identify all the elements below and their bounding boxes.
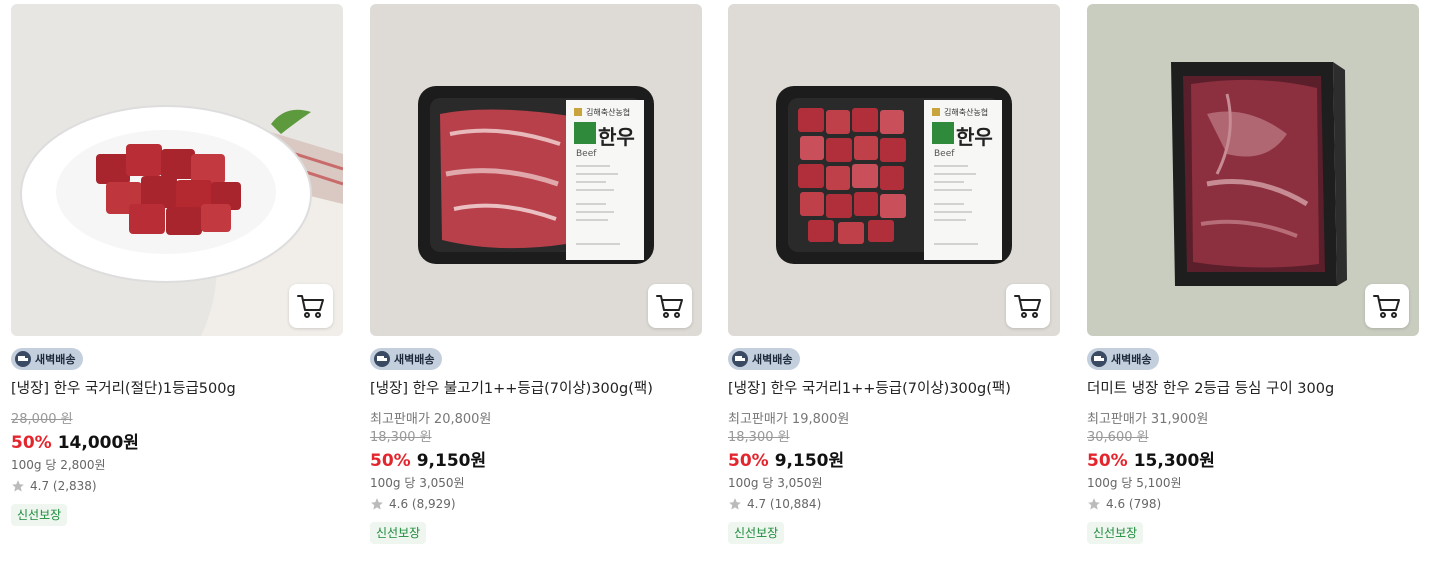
rating-text: 4.6 (8,929) [389, 497, 456, 511]
discount-rate: 50% [728, 451, 769, 471]
original-price: 18,300 원 [370, 430, 432, 445]
star-icon [1088, 498, 1100, 510]
package-name-text: 한우 [956, 125, 993, 149]
rating-text: 4.7 (2,838) [30, 479, 97, 493]
original-price: 28,000 원 [11, 412, 73, 427]
rating: 4.7 (10,884) [728, 494, 1060, 514]
unit-price: 100g 당 5,100원 [1087, 476, 1182, 490]
dawn-delivery-badge: 새벽배송 [728, 348, 801, 370]
badge-label: 새벽배송 [35, 353, 76, 366]
discount-rate: 50% [1087, 451, 1128, 471]
package-name-text: 한우 [598, 125, 635, 149]
sale-price: 15,300원 [1133, 451, 1215, 471]
fresh-guarantee-tag: 신선보장 [370, 522, 427, 544]
product-card[interactable]: 새벽배송 [냉장] 한우 국거리(절단)1등급500g 28,000 원 50%… [11, 4, 343, 526]
cart-icon [1014, 295, 1041, 318]
max-sale-price: 최고판매가 31,900원 [1087, 412, 1209, 427]
product-grid: 새벽배송 [냉장] 한우 국거리(절단)1등급500g 28,000 원 50%… [0, 0, 1430, 567]
rating-text: 4.6 (798) [1106, 497, 1162, 511]
star-icon [729, 498, 741, 510]
product-title[interactable]: [냉장] 한우 불고기1++등급(7이상)300g(팩) [370, 379, 702, 399]
truck-icon [732, 351, 748, 367]
badge-label: 새벽배송 [394, 353, 435, 366]
dawn-delivery-badge: 새벽배송 [11, 348, 84, 370]
product-card[interactable]: 김해축산농협 한우 Beef 새벽배송 [냉장] 한우 불고기1++등급(7이상… [370, 4, 702, 544]
package-brand-text: 김해축산농협 [944, 107, 988, 117]
package-sub-text: Beef [934, 149, 955, 159]
product-title[interactable]: [냉장] 한우 국거리1++등급(7이상)300g(팩) [728, 379, 1060, 399]
dawn-delivery-badge: 새벽배송 [1087, 348, 1160, 370]
price-row: 50% 15,300원 [1087, 449, 1419, 473]
max-sale-price: 최고판매가 20,800원 [370, 412, 492, 427]
add-to-cart-button[interactable] [648, 284, 692, 328]
product-image[interactable]: 김해축산농협 한우 Beef [370, 4, 702, 336]
badge-label: 새벽배송 [752, 353, 793, 366]
star-icon [371, 498, 383, 510]
cart-icon [297, 295, 324, 318]
rating: 4.6 (8,929) [370, 494, 702, 514]
add-to-cart-button[interactable] [289, 284, 333, 328]
product-card[interactable]: 김해축산농협 한우 Beef 새벽배송 [냉장] 한우 국거리1++등급(7이상… [728, 4, 1060, 544]
cart-icon [1373, 295, 1400, 318]
price-row: 50% 14,000원 [11, 431, 343, 455]
product-title[interactable]: 더미트 냉장 한우 2등급 등심 구이 300g [1087, 379, 1419, 399]
max-sale-price: 최고판매가 19,800원 [728, 412, 850, 427]
product-image[interactable] [11, 4, 343, 336]
fresh-guarantee-tag: 신선보장 [1087, 522, 1144, 544]
rating: 4.6 (798) [1087, 494, 1419, 514]
product-title[interactable]: [냉장] 한우 국거리(절단)1등급500g [11, 379, 343, 399]
sale-price: 14,000원 [57, 433, 139, 453]
unit-price: 100g 당 3,050원 [728, 476, 823, 490]
price-row: 50% 9,150원 [370, 449, 702, 473]
package-sub-text: Beef [576, 149, 597, 159]
discount-rate: 50% [11, 433, 52, 453]
product-image[interactable] [1087, 4, 1419, 336]
truck-icon [15, 351, 31, 367]
package-brand-text: 김해축산농협 [586, 107, 630, 117]
product-card[interactable]: 새벽배송 더미트 냉장 한우 2등급 등심 구이 300g 최고판매가 31,9… [1087, 4, 1419, 544]
add-to-cart-button[interactable] [1006, 284, 1050, 328]
product-image[interactable]: 김해축산농협 한우 Beef [728, 4, 1060, 336]
fresh-guarantee-tag: 신선보장 [728, 522, 785, 544]
original-price: 18,300 원 [728, 430, 790, 445]
cart-icon [656, 295, 683, 318]
original-price: 30,600 원 [1087, 430, 1149, 445]
discount-rate: 50% [370, 451, 411, 471]
sale-price: 9,150원 [416, 451, 487, 471]
fresh-guarantee-tag: 신선보장 [11, 504, 68, 526]
rating-text: 4.7 (10,884) [747, 497, 822, 511]
price-row: 50% 9,150원 [728, 449, 1060, 473]
truck-icon [1091, 351, 1107, 367]
dawn-delivery-badge: 새벽배송 [370, 348, 443, 370]
add-to-cart-button[interactable] [1365, 284, 1409, 328]
star-icon [12, 480, 24, 492]
unit-price: 100g 당 2,800원 [11, 458, 106, 472]
sale-price: 9,150원 [774, 451, 845, 471]
rating: 4.7 (2,838) [11, 476, 343, 496]
badge-label: 새벽배송 [1111, 353, 1152, 366]
unit-price: 100g 당 3,050원 [370, 476, 465, 490]
truck-icon [374, 351, 390, 367]
